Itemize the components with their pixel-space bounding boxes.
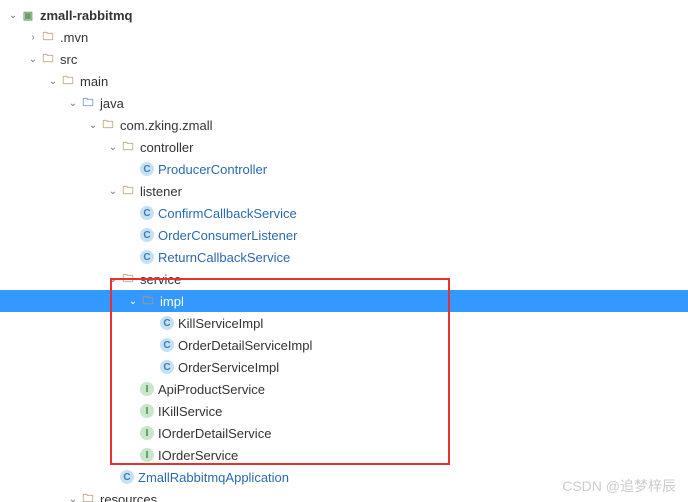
node-od-impl[interactable]: C OrderDetailServiceImpl — [0, 334, 688, 356]
class-icon: C — [120, 470, 134, 484]
label-listener: listener — [140, 184, 182, 199]
class-icon: C — [140, 228, 154, 242]
package-icon: 🗀 — [100, 117, 116, 133]
label-od-impl: OrderDetailServiceImpl — [178, 338, 312, 353]
node-iorder[interactable]: I IOrderService — [0, 444, 688, 466]
chevron-down-icon: ⌄ — [6, 10, 20, 21]
label-api-product: ApiProductService — [158, 382, 265, 397]
interface-icon: I — [140, 382, 154, 396]
chevron-down-icon: ⌄ — [106, 142, 120, 153]
label-resources: resources — [100, 492, 157, 502]
node-producer-controller[interactable]: C ProducerController — [0, 158, 688, 180]
node-order-consumer[interactable]: C OrderConsumerListener — [0, 224, 688, 246]
package-icon: 🗀 — [120, 183, 136, 199]
node-listener[interactable]: ⌄🗀 listener — [0, 180, 688, 202]
label-ikill: IKillService — [158, 404, 222, 419]
node-kill-impl[interactable]: C KillServiceImpl — [0, 312, 688, 334]
label-iorder-detail: IOrderDetailService — [158, 426, 271, 441]
node-mvn[interactable]: ›🗀 .mvn — [0, 26, 688, 48]
node-service[interactable]: ⌄🗀 service — [0, 268, 688, 290]
chevron-right-icon: › — [26, 32, 40, 43]
node-controller[interactable]: ⌄🗀 controller — [0, 136, 688, 158]
label-app: ZmallRabbitmqApplication — [138, 470, 289, 485]
class-icon: C — [160, 360, 174, 374]
label-return-cb: ReturnCallbackService — [158, 250, 290, 265]
chevron-down-icon: ⌄ — [106, 186, 120, 197]
node-ikill[interactable]: I IKillService — [0, 400, 688, 422]
node-src[interactable]: ⌄🗀 src — [0, 48, 688, 70]
node-pkg[interactable]: ⌄🗀 com.zking.zmall — [0, 114, 688, 136]
label-kill-impl: KillServiceImpl — [178, 316, 263, 331]
node-java[interactable]: ⌄🗀 java — [0, 92, 688, 114]
folder-icon: 🗀 — [60, 73, 76, 89]
class-icon: C — [140, 206, 154, 220]
module-icon: ▣ — [20, 7, 36, 23]
node-confirm-cb[interactable]: C ConfirmCallbackService — [0, 202, 688, 224]
label-confirm-cb: ConfirmCallbackService — [158, 206, 297, 221]
label-producer-controller: ProducerController — [158, 162, 267, 177]
label-service: service — [140, 272, 181, 287]
class-icon: C — [160, 338, 174, 352]
label-controller: controller — [140, 140, 193, 155]
interface-icon: I — [140, 426, 154, 440]
chevron-down-icon: ⌄ — [86, 120, 100, 131]
node-iorder-detail[interactable]: I IOrderDetailService — [0, 422, 688, 444]
resources-folder-icon: 🗀 — [80, 491, 96, 502]
node-order-impl[interactable]: C OrderServiceImpl — [0, 356, 688, 378]
label-mvn: .mvn — [60, 30, 88, 45]
package-icon: 🗀 — [120, 139, 136, 155]
folder-icon: 🗀 — [40, 29, 56, 45]
watermark: CSDN @追梦梓辰 — [562, 476, 676, 496]
label-order-impl: OrderServiceImpl — [178, 360, 279, 375]
node-api-product[interactable]: I ApiProductService — [0, 378, 688, 400]
chevron-down-icon: ⌄ — [126, 296, 140, 307]
chevron-down-icon: ⌄ — [26, 54, 40, 65]
label-impl: impl — [160, 294, 184, 309]
class-icon: C — [140, 250, 154, 264]
node-root[interactable]: ⌄▣ zmall-rabbitmq — [0, 4, 688, 26]
label-java: java — [100, 96, 124, 111]
label-main: main — [80, 74, 108, 89]
node-main[interactable]: ⌄🗀 main — [0, 70, 688, 92]
label-src: src — [60, 52, 77, 67]
interface-icon: I — [140, 404, 154, 418]
chevron-down-icon: ⌄ — [66, 98, 80, 109]
label-order-consumer: OrderConsumerListener — [158, 228, 297, 243]
chevron-down-icon: ⌄ — [66, 494, 80, 502]
label-root: zmall-rabbitmq — [40, 8, 132, 23]
chevron-down-icon: ⌄ — [46, 76, 60, 87]
project-tree: ⌄▣zmall-rabbitmq ›🗀.mvn ⌄🗀src ⌄🗀main ⌄🗀j… — [0, 0, 688, 502]
chevron-down-icon: ⌄ — [106, 274, 120, 285]
label-iorder: IOrderService — [158, 448, 238, 463]
node-return-cb[interactable]: C ReturnCallbackService — [0, 246, 688, 268]
class-icon: C — [140, 162, 154, 176]
folder-icon: 🗀 — [40, 51, 56, 67]
package-icon: 🗀 — [140, 293, 156, 309]
interface-icon: I — [140, 448, 154, 462]
source-folder-icon: 🗀 — [80, 95, 96, 111]
node-impl[interactable]: ⌄🗀 impl — [0, 290, 688, 312]
label-pkg: com.zking.zmall — [120, 118, 212, 133]
class-icon: C — [160, 316, 174, 330]
package-icon: 🗀 — [120, 271, 136, 287]
